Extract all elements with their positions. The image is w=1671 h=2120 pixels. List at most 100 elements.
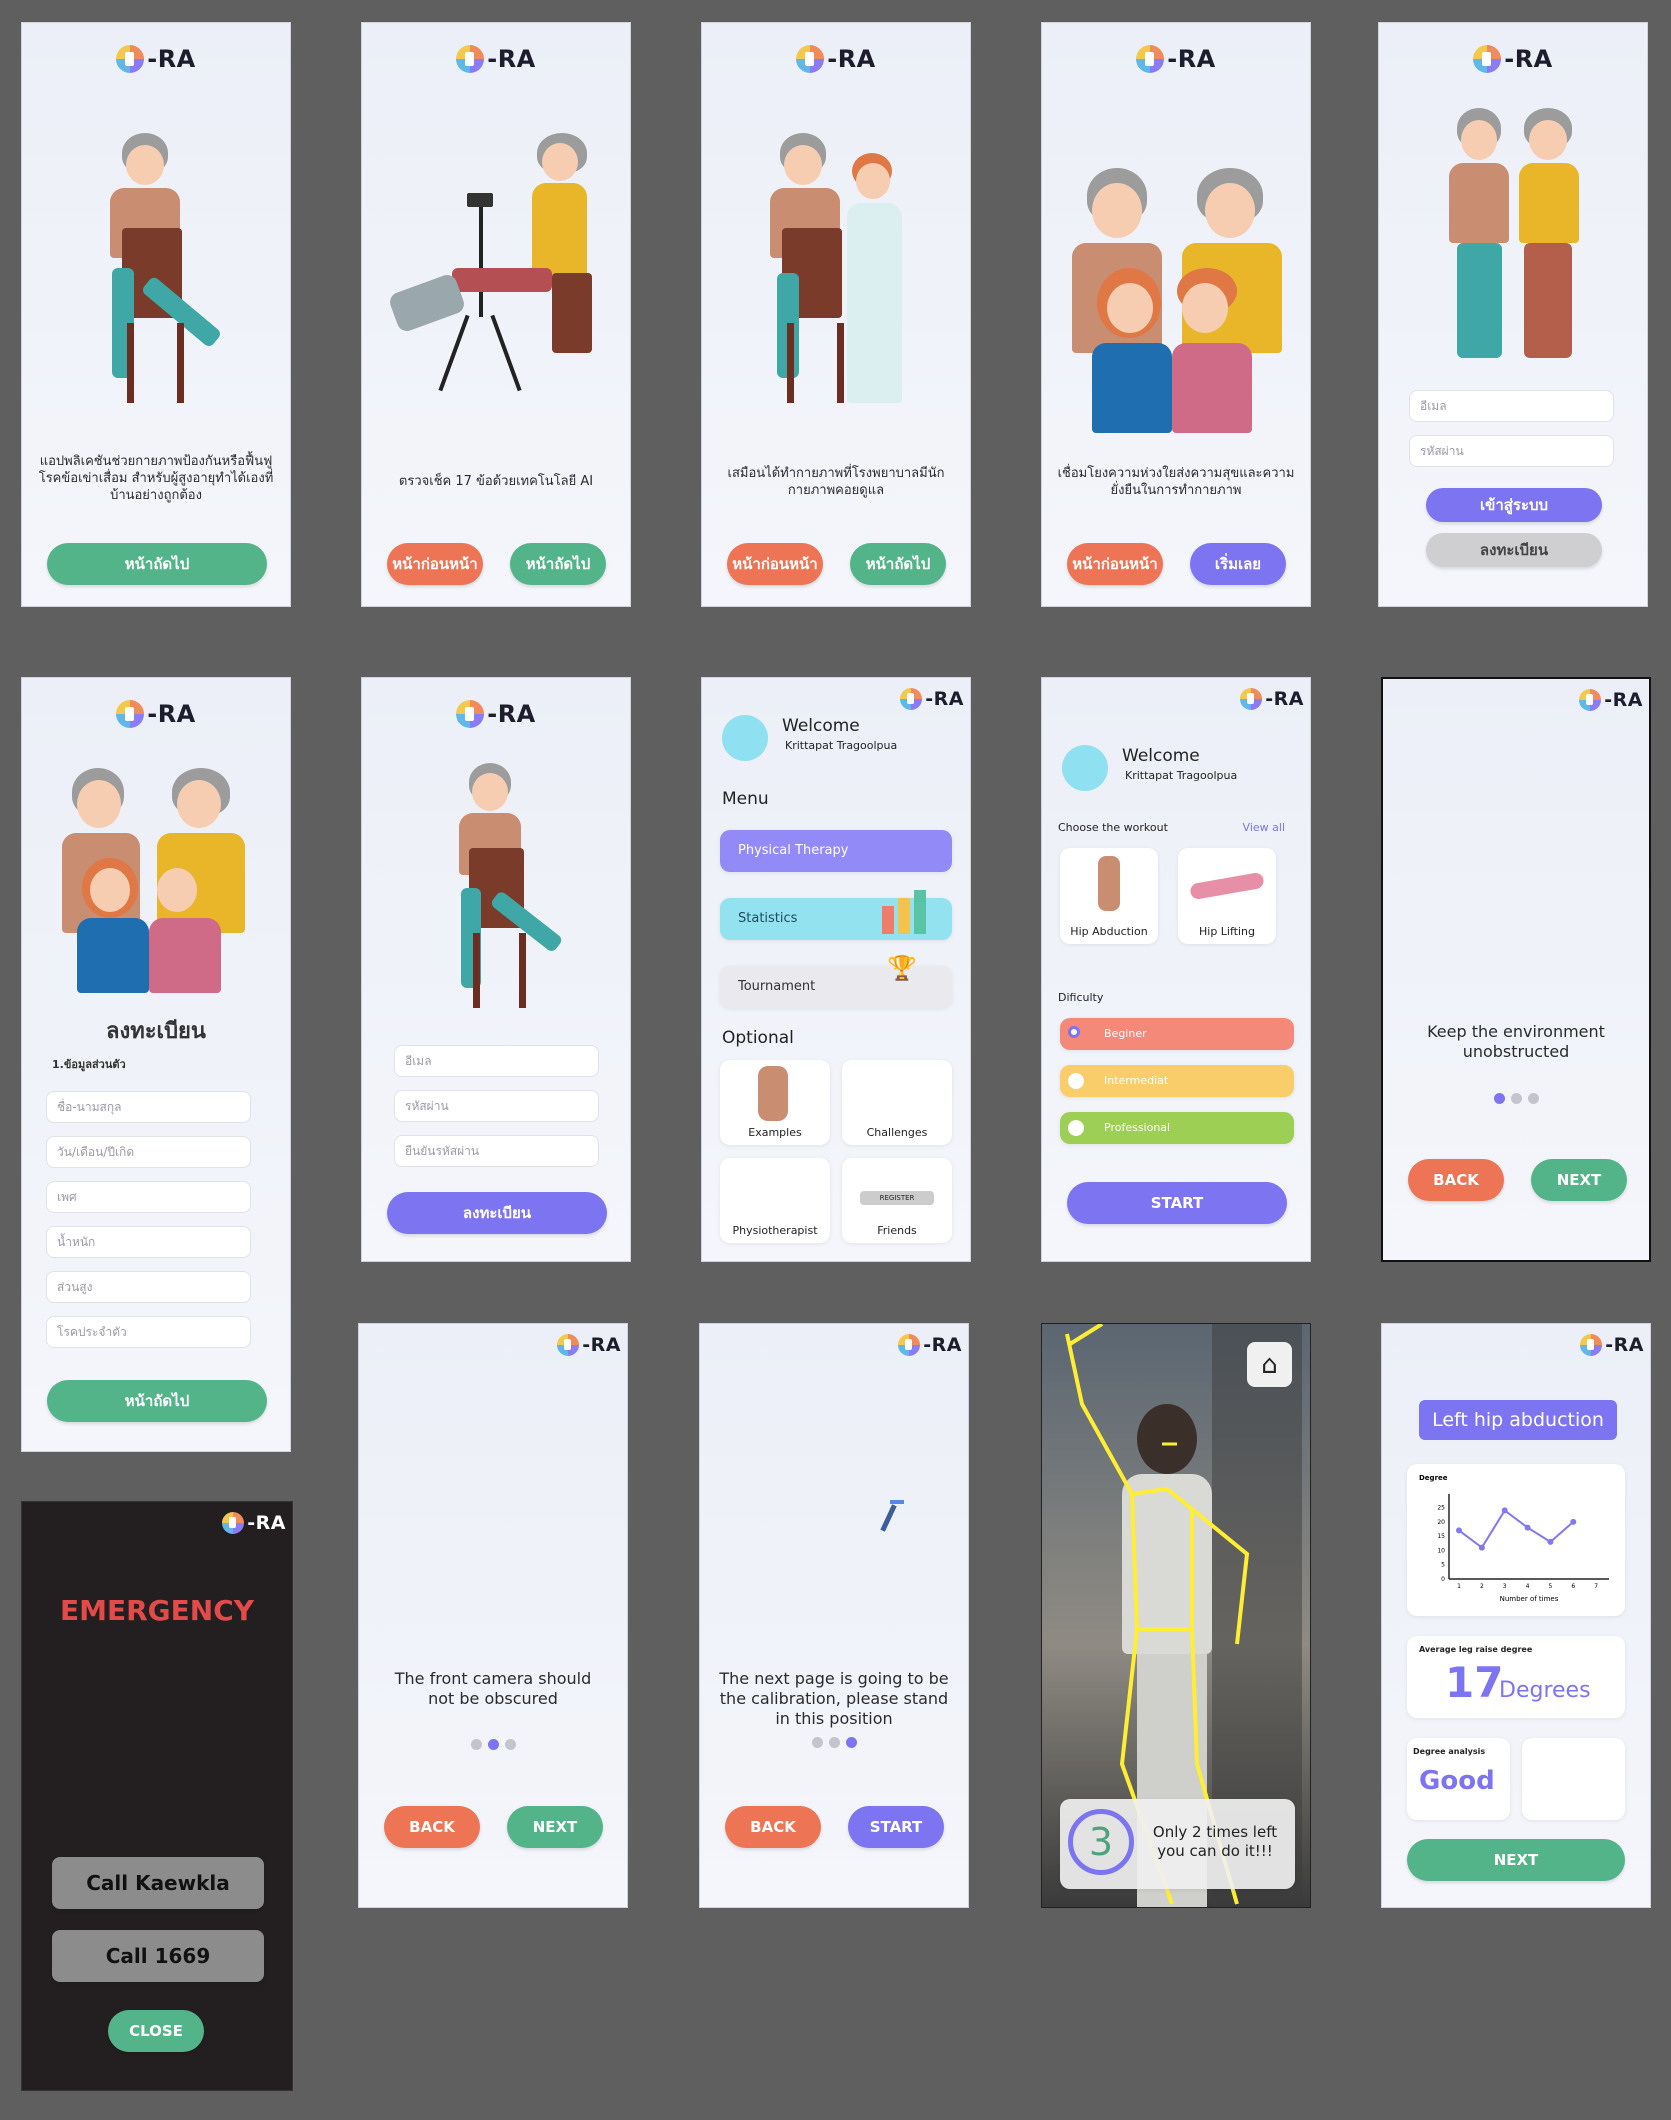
optional-friends[interactable]: REGISTER Friends [842,1158,952,1243]
gender-input[interactable]: เพศ [46,1181,251,1213]
close-button[interactable]: CLOSE [108,2010,204,2052]
app-logo: -RA [1379,45,1647,73]
home-icon: ⌂ [1261,1349,1278,1380]
previous-button[interactable]: หน้าก่อนหน้า [1067,543,1163,585]
workout-hip-lifting[interactable]: Hip Lifting [1178,848,1276,944]
tip-text: The next page is going to be the calibra… [719,1669,949,1728]
login-button[interactable]: เข้าสู่ระบบ [1426,488,1602,522]
next-button[interactable]: หน้าถัดไป [510,543,606,585]
previous-button[interactable]: หน้าก่อนหน้า [387,543,483,585]
next-button[interactable]: หน้าถัดไป [47,1380,267,1422]
back-button[interactable]: BACK [384,1806,480,1848]
height-input[interactable]: ส่วนสูง [46,1271,251,1303]
next-button[interactable]: หน้าถัดไป [850,543,946,585]
logo-icon [1580,1334,1603,1356]
workout-hip-abduction[interactable]: Hip Abduction [1060,848,1158,944]
logo-icon [222,1512,245,1534]
logo-icon [1473,45,1502,73]
logo-icon [900,688,923,710]
start-button[interactable]: START [848,1806,944,1848]
logo-icon [116,700,145,728]
logo-icon [1240,688,1263,710]
onboarding-caption: ตรวจเช็ค 17 ข้อด้วยเทคโนโลยี AI [398,474,594,489]
back-button[interactable]: BACK [1408,1159,1504,1201]
onboarding-caption: เชื่อมโยงความห่วงใยส่งความสุขและความยั่ง… [1057,466,1295,498]
next-button[interactable]: NEXT [1407,1839,1625,1881]
chart-title: Degree [1419,1474,1448,1482]
optional-challenges[interactable]: Challenges [842,1060,952,1145]
choose-workout-label: Choose the workout [1058,821,1168,834]
level-intermediate[interactable]: Intermediat [1060,1065,1294,1097]
y-tick-label: 5 [1441,1562,1445,1569]
app-logo: -RA [1042,45,1310,73]
fullname-input[interactable]: ชื่อ-นามสกุล [46,1091,251,1123]
email-input[interactable]: อีเมล [394,1045,599,1077]
x-tick-label: 7 [1594,1583,1598,1590]
call-kaewkla-button[interactable]: Call Kaewkla [52,1857,264,1909]
welcome-text: Welcome [782,716,860,736]
result-screen: -RA Left hip abduction Degree 0 5 10 15 20 25 1… [1381,1323,1651,1908]
page-indicator [359,1739,627,1750]
average-degree-card: Average leg raise degree 17 Degrees [1407,1636,1625,1718]
password-input[interactable]: รหัสผ่าน [394,1090,599,1122]
next-button[interactable]: NEXT [507,1806,603,1848]
series-line [1458,1508,1574,1550]
page-title: ลงทะเบียน [106,1019,206,1044]
average-degree-unit: Degrees [1499,1678,1591,1703]
rep-message: Only 2 times left you can do it!!! [1152,1823,1278,1860]
back-button[interactable]: BACK [725,1806,821,1848]
y-tick-label: 25 [1437,1505,1445,1512]
home-button[interactable]: ⌂ [1247,1342,1292,1387]
next-button[interactable]: NEXT [1531,1159,1627,1201]
register-tag[interactable]: REGISTER [860,1191,934,1205]
page-dot [487,1739,499,1750]
level-beginner[interactable]: Beginer [1060,1018,1294,1050]
menu-item-tournament[interactable]: Tournament 🏆 [720,954,952,1008]
register-button[interactable]: ลงทะเบียน [387,1192,607,1234]
previous-button[interactable]: หน้าก่อนหน้า [727,543,823,585]
menu-item-physical-therapy[interactable]: Physical Therapy [720,830,952,872]
elderly-exercise-illustration [437,763,567,1023]
tip-environment-screen: -RA Keep the environment unobstructed BA… [1381,677,1651,1262]
weight-input[interactable]: น้ำหนัก [46,1226,251,1258]
radio-icon [1068,1073,1084,1089]
app-logo: -RA [900,688,964,710]
user-name: Krittapat Tragoolpua [785,739,898,752]
start-button[interactable]: เริ่มเลย [1190,543,1286,585]
tip-text: Keep the environment unobstructed [1427,1022,1605,1061]
app-logo: -RA [898,1334,962,1356]
password-input[interactable]: รหัสผ่าน [1409,435,1614,467]
birthdate-input[interactable]: วัน/เดือน/ปีเกิด [46,1136,251,1168]
onboarding-caption: เสมือนได้ทำกายภาพที่โรงพยาบาลมีนักกายภาพ… [727,466,945,498]
tip-text: The front camera should not be obscured [394,1669,592,1708]
register-button[interactable]: ลงทะเบียน [1426,533,1602,567]
data-point [1547,1538,1554,1545]
confirm-password-input[interactable]: ยืนยันรหัสผ่าน [394,1135,599,1167]
app-logo: -RA [1579,689,1643,711]
optional-physiotherapist[interactable]: Physiotherapist [720,1158,830,1243]
optional-examples[interactable]: Examples [720,1060,830,1145]
email-input[interactable]: อีเมล [1409,390,1614,422]
call-1669-button[interactable]: Call 1669 [52,1930,264,1982]
data-point [1501,1507,1508,1514]
app-logo: -RA [1580,1334,1644,1356]
app-logo: -RA [362,45,630,73]
level-professional[interactable]: Professional [1060,1112,1294,1144]
avatar[interactable] [722,715,768,761]
welcome-text: Welcome [1122,746,1200,766]
data-point [1570,1518,1577,1525]
couple-illustration [1449,108,1584,388]
avatar[interactable] [1062,745,1108,791]
radio-selected-icon [1068,1026,1080,1038]
bar-chart-icon [882,886,932,934]
app-logo: -RA [362,700,630,728]
menu-item-statistics[interactable]: Statistics [720,890,952,940]
disease-input[interactable]: โรคประจำตัว [46,1316,251,1348]
menu-heading: Menu [722,789,769,809]
physiotherapist-illustration [752,133,932,433]
start-button[interactable]: START [1067,1182,1287,1224]
register-profile-screen: -RA ลงทะเบียน 1.ข้อมูลส่วนตัว ชื่อ-นามสก… [21,677,291,1452]
view-all-link[interactable]: View all [1243,821,1285,834]
section-label: 1.ข้อมูลส่วนตัว [52,1058,126,1071]
next-button[interactable]: หน้าถัดไป [47,543,267,585]
